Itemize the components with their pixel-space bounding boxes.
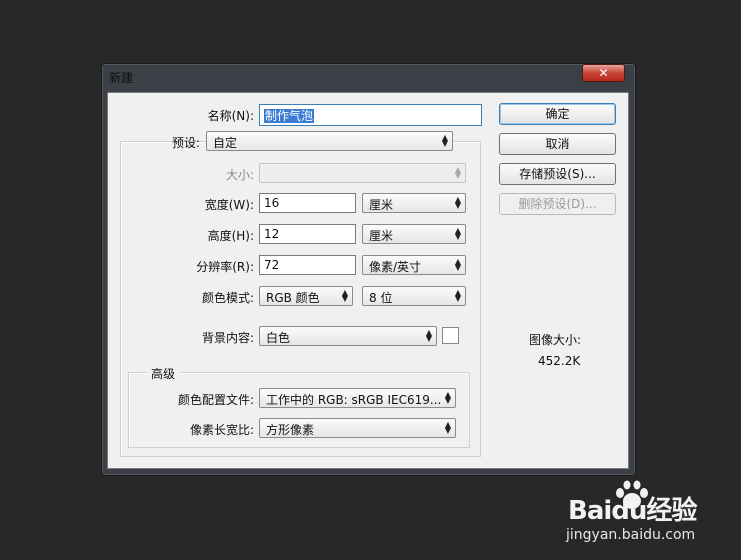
color-mode-value: RGB 颜色 [266,291,320,305]
background-color-swatch[interactable] [442,327,459,344]
image-size-label: 图像大小: [529,333,582,347]
background-select[interactable]: 白色 ▲ ▼ [259,326,437,346]
chevron-updown-icon: ▲ ▼ [454,195,461,210]
chevron-updown-icon: ▲ ▼ [341,288,348,303]
name-value: 制作气泡 [264,109,315,123]
close-button[interactable]: ✕ [582,64,625,82]
cancel-button[interactable]: 取消 [499,133,616,155]
color-profile-label: 颜色配置文件: [177,393,254,407]
preset-value: 自定 [213,136,238,150]
bit-depth-select[interactable]: 8 位 ▲ ▼ [362,286,466,306]
preset-select[interactable]: 自定 ▲ ▼ [206,131,453,151]
save-preset-button[interactable]: 存储预设(S)... [499,163,616,185]
chevron-updown-icon: ▲ ▼ [425,328,432,343]
title-bar[interactable] [103,65,632,89]
resolution-unit-value: 像素/英寸 [369,260,422,274]
height-unit-value: 厘米 [369,229,394,243]
color-profile-value: 工作中的 RGB: sRGB IEC619... [266,393,442,407]
background-value: 白色 [266,331,291,345]
close-icon: ✕ [598,66,609,80]
image-size-value: 452.2K [538,354,581,368]
width-unit-value: 厘米 [369,198,394,212]
size-label: 大小: [225,168,254,182]
resolution-input[interactable]: 72 [259,255,356,275]
pixel-aspect-value: 方形像素 [266,423,315,437]
name-label: 名称(N): [207,109,254,123]
background-label: 背景内容: [201,331,254,345]
watermark-brand: Baidu经验 [568,496,697,526]
chevron-updown-icon: ▲ ▼ [444,390,451,405]
pixel-aspect-select[interactable]: 方形像素 ▲ ▼ [259,418,456,438]
chevron-updown-icon: ▲ ▼ [454,226,461,241]
preset-label: 预设: [171,136,200,150]
size-select[interactable]: ▲ ▼ [259,163,466,183]
width-label: 宽度(W): [204,198,254,212]
width-input[interactable]: 16 [259,193,356,213]
watermark-url: jingyan.baidu.com [566,527,696,543]
height-label: 高度(H): [207,229,254,243]
resolution-unit-select[interactable]: 像素/英寸 ▲ ▼ [362,255,466,275]
height-input[interactable]: 12 [259,224,356,244]
color-profile-select[interactable]: 工作中的 RGB: sRGB IEC619... ▲ ▼ [259,388,456,408]
bit-depth-value: 8 位 [369,291,393,305]
chevron-updown-icon: ▲ ▼ [454,288,461,303]
color-mode-label: 颜色模式: [201,291,254,305]
delete-preset-button[interactable]: 删除预设(D)... [499,193,616,215]
width-unit-select[interactable]: 厘米 ▲ ▼ [362,193,466,213]
chevron-updown-icon: ▲ ▼ [454,165,461,180]
dialog-title: 新建 [109,71,134,85]
advanced-group-label: 高级 [147,365,180,382]
ok-button[interactable]: 确定 [499,103,616,125]
chevron-updown-icon: ▲ ▼ [454,257,461,272]
chevron-updown-icon: ▲ ▼ [444,420,451,435]
height-unit-select[interactable]: 厘米 ▲ ▼ [362,224,466,244]
pixel-aspect-label: 像素长宽比: [189,423,254,437]
color-mode-select[interactable]: RGB 颜色 ▲ ▼ [259,286,353,306]
resolution-label: 分辨率(R): [196,260,254,274]
name-input[interactable]: 制作气泡 [259,104,482,126]
chevron-updown-icon: ▲ ▼ [441,133,448,148]
